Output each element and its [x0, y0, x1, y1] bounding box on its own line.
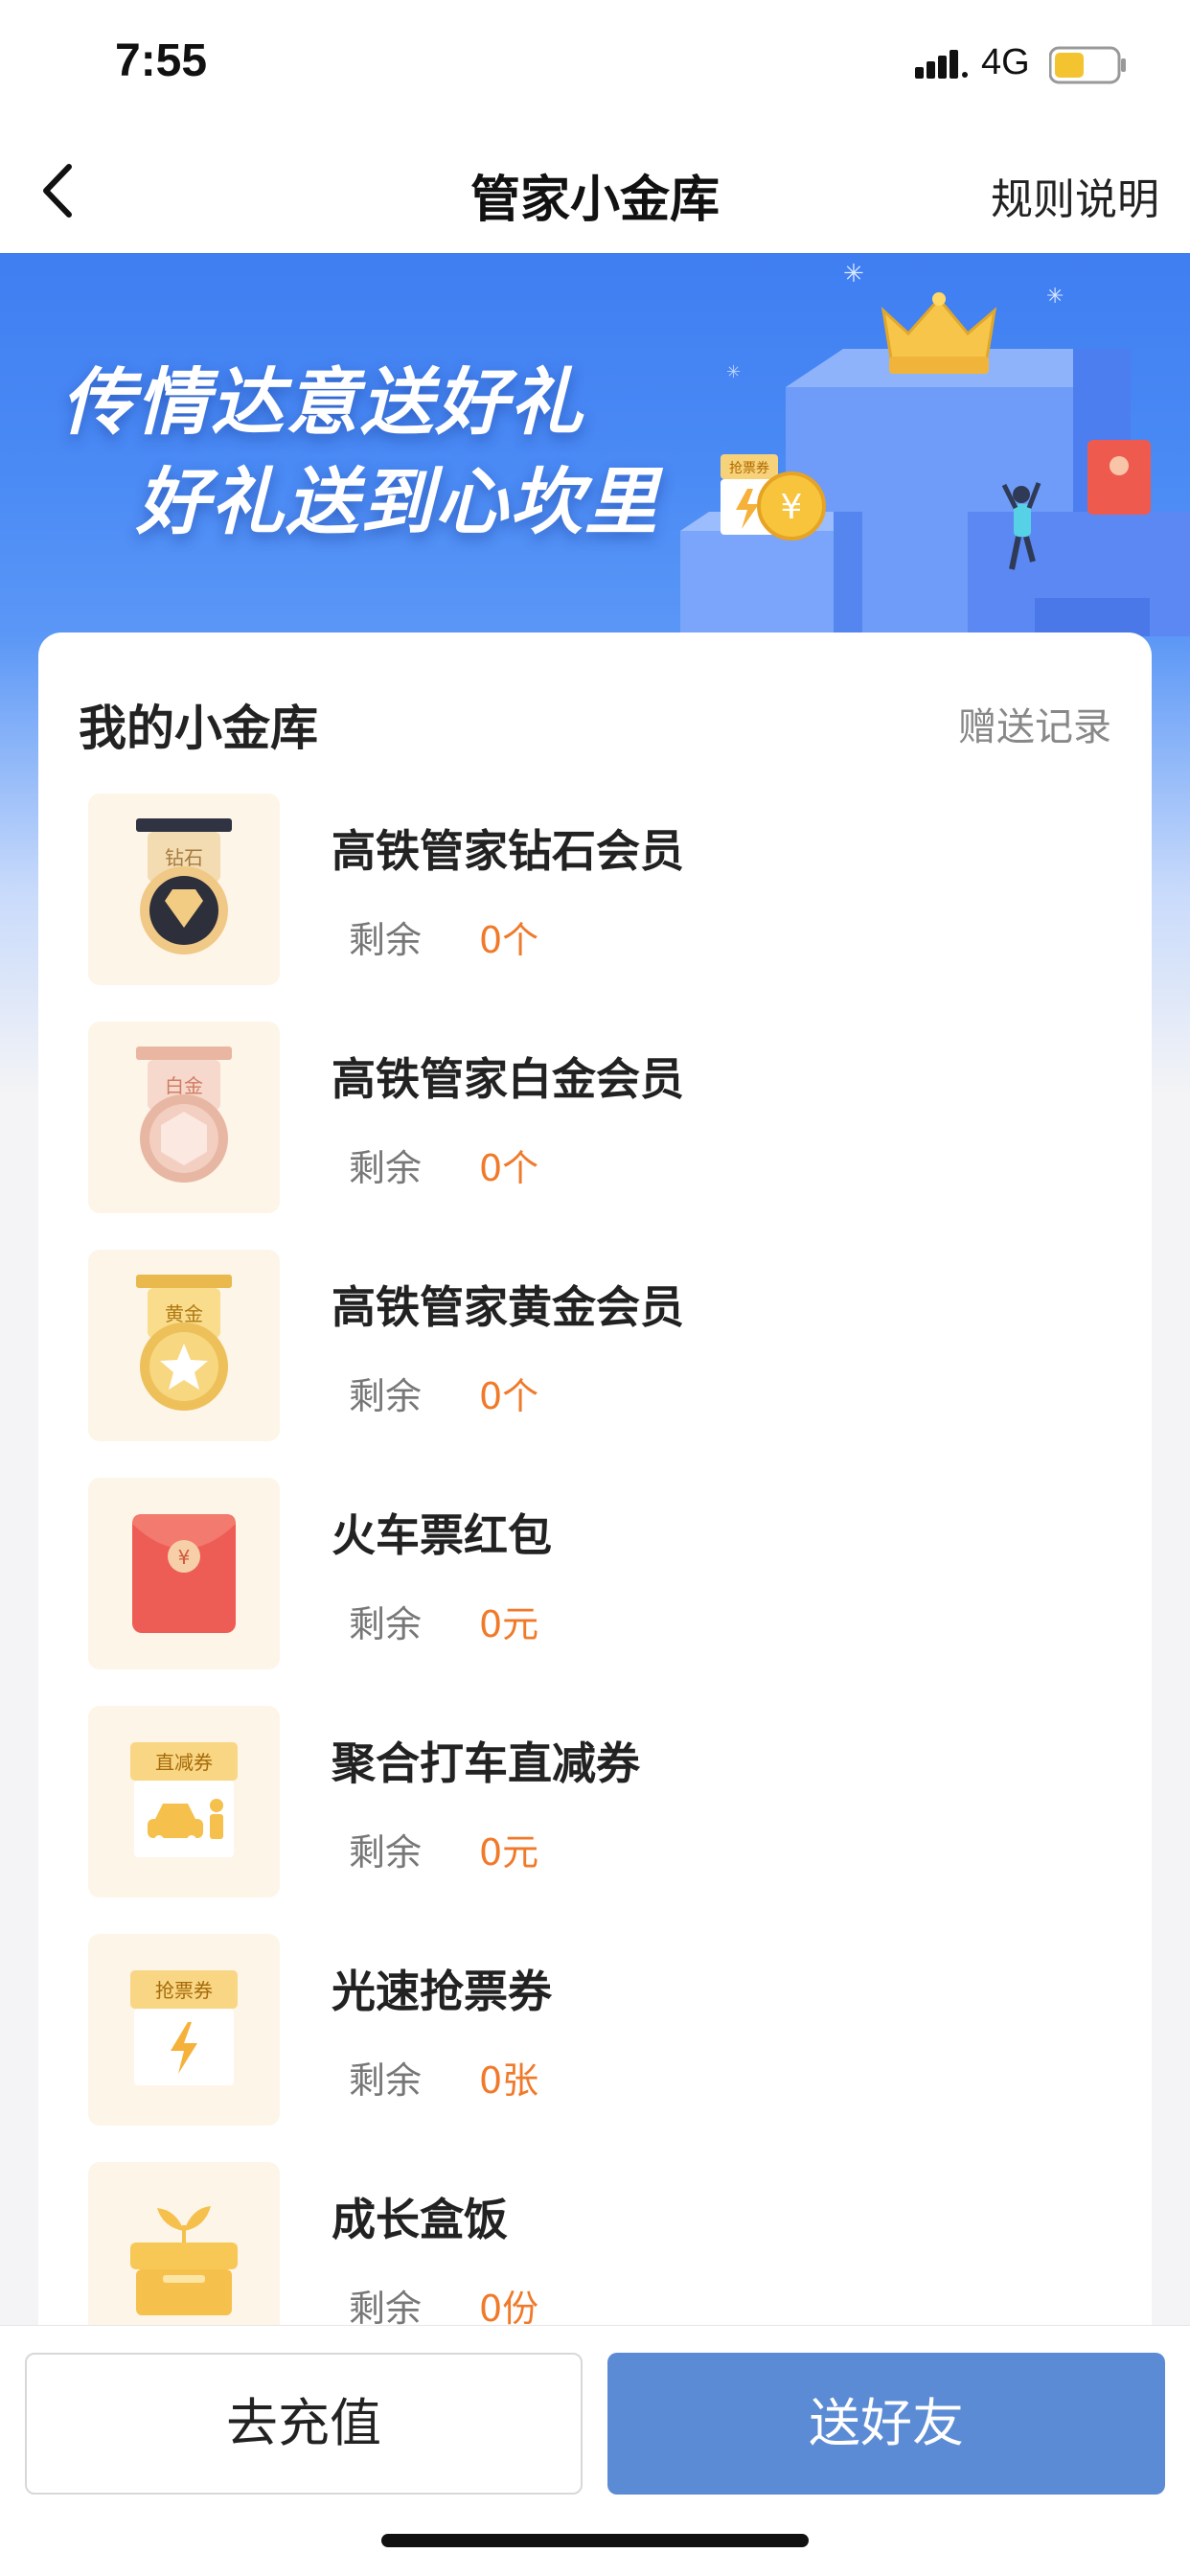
fast-ticket-coupon-icon: 抢票券	[88, 1934, 280, 2126]
list-item[interactable]: 黄金 高铁管家黄金会员 剩余 0个	[88, 1250, 1123, 1441]
banner-coupon-tag: 抢票券	[729, 460, 769, 476]
growth-lunchbox-icon	[88, 2162, 280, 2338]
item-remain-label: 剩余	[349, 1831, 423, 1874]
network-label: 4G	[981, 42, 1030, 82]
battery-icon	[1049, 46, 1126, 84]
item-remain-label: 剩余	[349, 1603, 423, 1645]
item-remain-value: 0元	[479, 1603, 539, 1645]
list-item[interactable]: 抢票券 光速抢票券 剩余 0张	[88, 1934, 1123, 2126]
recharge-button[interactable]: 去充值	[25, 2353, 583, 2495]
svg-text:¥: ¥	[178, 1546, 191, 1569]
promo-banner: 传情达意送好礼 好礼送到心坎里 抢票券 ¥ ✳ ✳ ✳	[0, 253, 1190, 636]
vault-card: 我的小金库 赠送记录 钻石 高铁管家钻石会员 剩余 0个 白金 高铁管家白金会员…	[38, 632, 1152, 2338]
item-remain-value: 0个	[479, 1147, 539, 1189]
item-name: 高铁管家黄金会员	[332, 1281, 684, 1333]
item-name: 火车票红包	[332, 1509, 552, 1561]
item-remain-value: 0元	[479, 1831, 539, 1874]
rules-link[interactable]: 规则说明	[991, 165, 1159, 226]
item-name: 高铁管家白金会员	[332, 1053, 684, 1105]
svg-text:黄金: 黄金	[165, 1302, 203, 1325]
item-name: 光速抢票券	[332, 1966, 552, 2017]
item-remain-label: 剩余	[349, 1375, 423, 1417]
item-name: 聚合打车直减券	[332, 1737, 640, 1789]
item-remain-value: 0个	[479, 1375, 539, 1417]
vault-title: 我的小金库	[79, 701, 318, 756]
item-name: 成长盒饭	[332, 2194, 508, 2245]
svg-text:✳: ✳	[1046, 285, 1064, 309]
svg-text:抢票券: 抢票券	[155, 1979, 213, 2002]
banner-headline-1: 传情达意送好礼	[61, 359, 584, 445]
list-item[interactable]: 直减券 聚合打车直减券 剩余 0元	[88, 1706, 1123, 1898]
item-remain-value: 0张	[479, 2059, 539, 2102]
list-item[interactable]: 白金 高铁管家白金会员 剩余 0个	[88, 1022, 1123, 1213]
svg-text:直减券: 直减券	[155, 1751, 213, 1774]
taxi-coupon-icon: 直减券	[88, 1706, 280, 1898]
signal-icon	[915, 50, 968, 79]
gold-medal-icon: 黄金	[88, 1250, 280, 1441]
red-envelope-icon: ¥	[88, 1478, 280, 1669]
item-remain-label: 剩余	[349, 919, 423, 961]
svg-text:白金: 白金	[165, 1074, 203, 1097]
item-name: 高铁管家钻石会员	[332, 825, 684, 877]
item-remain-label: 剩余	[349, 2288, 423, 2330]
banner-illustration: 抢票券 ¥ ✳ ✳ ✳ ✳	[680, 260, 1190, 636]
list-item[interactable]: 成长盒饭 剩余 0份	[88, 2162, 1123, 2338]
svg-text:¥: ¥	[781, 488, 803, 527]
status-time: 7:55	[115, 35, 208, 86]
svg-text:✳: ✳	[843, 260, 864, 288]
list-item[interactable]: ¥ 火车票红包 剩余 0元	[88, 1478, 1123, 1669]
item-remain-label: 剩余	[349, 1147, 423, 1189]
item-remain-value: 0份	[479, 2288, 539, 2330]
item-remain-label: 剩余	[349, 2059, 423, 2102]
home-indicator	[381, 2534, 809, 2547]
nav-bar: 管家小金库 规则说明	[0, 126, 1190, 253]
list-item[interactable]: 钻石 高铁管家钻石会员 剩余 0个	[88, 794, 1123, 985]
send-to-friend-button[interactable]: 送好友	[607, 2353, 1165, 2495]
banner-headline-2: 好礼送到心坎里	[136, 459, 659, 544]
gift-records-link[interactable]: 赠送记录	[958, 696, 1111, 751]
platinum-medal-icon: 白金	[88, 1022, 280, 1213]
diamond-medal-icon: 钻石	[88, 794, 280, 985]
svg-text:钻石: 钻石	[165, 846, 203, 869]
svg-text:✳: ✳	[726, 362, 741, 382]
item-remain-value: 0个	[479, 919, 539, 961]
status-bar: 7:55 4G	[0, 0, 1190, 126]
